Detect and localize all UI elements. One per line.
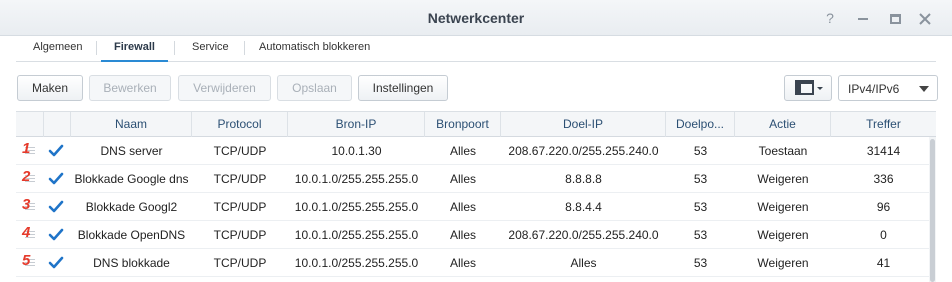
cell-protocol: TCP/UDP bbox=[213, 144, 267, 158]
table-row[interactable]: 3 Blokkade Googl2 TCP/UDP 10.0.1.0/255.255.… bbox=[16, 193, 936, 221]
row-number: 5 bbox=[22, 252, 31, 269]
cell-doel-ip: 208.67.220.0/255.255.240.0 bbox=[508, 144, 659, 158]
cell-bronpoort: Alles bbox=[449, 172, 476, 186]
firewall-rules-table: Naam Protocol Bron-IP Bronpoort Doel-IP … bbox=[16, 111, 936, 282]
row-enabled-checkbox[interactable] bbox=[48, 171, 64, 187]
cell-bron-ip: 10.0.1.30 bbox=[331, 144, 382, 158]
row-enabled-checkbox[interactable] bbox=[48, 255, 64, 271]
column-header-doel-ip[interactable]: Doel-IP bbox=[501, 112, 666, 137]
cell-actie: Weigeren bbox=[757, 172, 809, 186]
row-number: 1 bbox=[22, 140, 31, 157]
cell-bron-ip: 10.0.1.0/255.255.255.0 bbox=[294, 172, 419, 186]
table-header: Naam Protocol Bron-IP Bronpoort Doel-IP … bbox=[16, 111, 936, 137]
delete-button[interactable]: Verwijderen bbox=[178, 75, 271, 101]
cell-naam: DNS server bbox=[100, 144, 163, 158]
title-bar: Netwerkcenter ? bbox=[0, 0, 952, 36]
cell-doel-ip: 8.8.4.4 bbox=[565, 200, 602, 214]
cell-treffer: 41 bbox=[876, 256, 891, 270]
table-row[interactable]: 5 DNS blokkade TCP/UDP 10.0.1.0/255.255.255… bbox=[16, 249, 936, 277]
tab-automatisch-blokkeren[interactable]: Automatisch blokkeren bbox=[246, 36, 383, 62]
column-header-treffer[interactable]: Treffer bbox=[831, 112, 936, 137]
settings-button[interactable]: Instellingen bbox=[358, 75, 448, 101]
tab-separator bbox=[244, 41, 245, 55]
tab-algemeen[interactable]: Algemeen bbox=[20, 36, 96, 62]
cell-bron-ip: 10.0.1.0/255.255.255.0 bbox=[294, 256, 419, 270]
cell-naam: Blokkade OpenDNS bbox=[77, 228, 186, 242]
cell-treffer: 336 bbox=[873, 172, 894, 186]
cell-doelpoort: 53 bbox=[693, 200, 708, 214]
cell-actie: Toestaan bbox=[758, 144, 808, 158]
cell-protocol: TCP/UDP bbox=[213, 256, 267, 270]
cell-bronpoort: Alles bbox=[449, 228, 476, 242]
column-header-protocol[interactable]: Protocol bbox=[192, 112, 288, 137]
row-enabled-checkbox[interactable] bbox=[48, 199, 64, 215]
vertical-scrollbar-thumb[interactable] bbox=[930, 139, 935, 282]
view-options-button[interactable] bbox=[784, 75, 832, 101]
table-row[interactable]: 1 DNS server TCP/UDP 10.0.1.30 Alles 208.67.2… bbox=[16, 137, 936, 165]
ip-version-value: IPv4/IPv6 bbox=[848, 82, 900, 96]
row-enabled-checkbox[interactable] bbox=[48, 143, 64, 159]
cell-protocol: TCP/UDP bbox=[213, 228, 267, 242]
cell-bron-ip: 10.0.1.0/255.255.255.0 bbox=[294, 200, 419, 214]
cell-doelpoort: 53 bbox=[693, 228, 708, 242]
row-number: 2 bbox=[22, 168, 31, 185]
cell-bron-ip: 10.0.1.0/255.255.255.0 bbox=[294, 228, 419, 242]
cell-actie: Weigeren bbox=[757, 256, 809, 270]
netwerkcenter-window: Netwerkcenter ? Algemeen Firewall Servic… bbox=[0, 0, 952, 282]
table-row[interactable]: 4 Blokkade OpenDNS TCP/UDP 10.0.1.0/255.255… bbox=[16, 221, 936, 249]
window-title: Netwerkcenter bbox=[427, 10, 525, 26]
row-number: 3 bbox=[22, 196, 31, 213]
cell-doel-ip: 208.67.220.0/255.255.240.0 bbox=[508, 228, 659, 242]
column-header-doelpoort[interactable]: Doelpo... bbox=[666, 112, 735, 137]
tab-service[interactable]: Service bbox=[179, 36, 242, 62]
layout-view-icon bbox=[795, 80, 823, 95]
create-button[interactable]: Maken bbox=[17, 75, 83, 101]
help-icon[interactable]: ? bbox=[820, 8, 840, 28]
cell-actie: Weigeren bbox=[757, 200, 809, 214]
maximize-icon[interactable] bbox=[885, 8, 905, 28]
cell-naam: DNS blokkade bbox=[93, 256, 170, 270]
column-header-bron-ip[interactable]: Bron-IP bbox=[288, 112, 425, 137]
column-header-actie[interactable]: Actie bbox=[735, 112, 831, 137]
tab-firewall[interactable]: Firewall bbox=[101, 36, 168, 62]
cell-bronpoort: Alles bbox=[449, 144, 476, 158]
cell-treffer: 31414 bbox=[866, 144, 901, 158]
cell-doelpoort: 53 bbox=[693, 172, 708, 186]
cell-treffer: 96 bbox=[876, 200, 891, 214]
chevron-down-icon bbox=[919, 86, 929, 92]
cell-bronpoort: Alles bbox=[449, 200, 476, 214]
tab-separator bbox=[96, 41, 97, 55]
cell-protocol: TCP/UDP bbox=[213, 172, 267, 186]
cell-doelpoort: 53 bbox=[693, 144, 708, 158]
column-header-bronpoort[interactable]: Bronpoort bbox=[425, 112, 501, 137]
cell-treffer: 0 bbox=[880, 228, 887, 242]
cell-bronpoort: Alles bbox=[449, 256, 476, 270]
table-row[interactable]: 2 Blokkade Google dns TCP/UDP 10.0.1.0/255.… bbox=[16, 165, 936, 193]
cell-naam: Blokkade Googl2 bbox=[85, 200, 178, 214]
drag-column-header bbox=[16, 112, 44, 137]
column-header-naam[interactable]: Naam bbox=[71, 112, 192, 137]
tab-bar: Algemeen Firewall Service Automatisch bl… bbox=[16, 36, 936, 62]
tab-separator bbox=[174, 41, 175, 55]
cell-doel-ip: 8.8.8.8 bbox=[565, 172, 602, 186]
minimize-icon[interactable] bbox=[853, 8, 873, 28]
close-icon[interactable] bbox=[915, 8, 935, 28]
cell-protocol: TCP/UDP bbox=[213, 200, 267, 214]
cell-doelpoort: 53 bbox=[693, 256, 708, 270]
edit-button[interactable]: Bewerken bbox=[89, 75, 171, 101]
cell-doel-ip: Alles bbox=[570, 256, 597, 270]
row-enabled-checkbox[interactable] bbox=[48, 227, 64, 243]
ip-version-select[interactable]: IPv4/IPv6 bbox=[838, 75, 938, 101]
cell-naam: Blokkade Google dns bbox=[74, 172, 189, 186]
checkbox-column-header bbox=[44, 112, 71, 137]
row-number: 4 bbox=[22, 224, 31, 241]
save-button[interactable]: Opslaan bbox=[277, 75, 352, 101]
cell-actie: Weigeren bbox=[757, 228, 809, 242]
